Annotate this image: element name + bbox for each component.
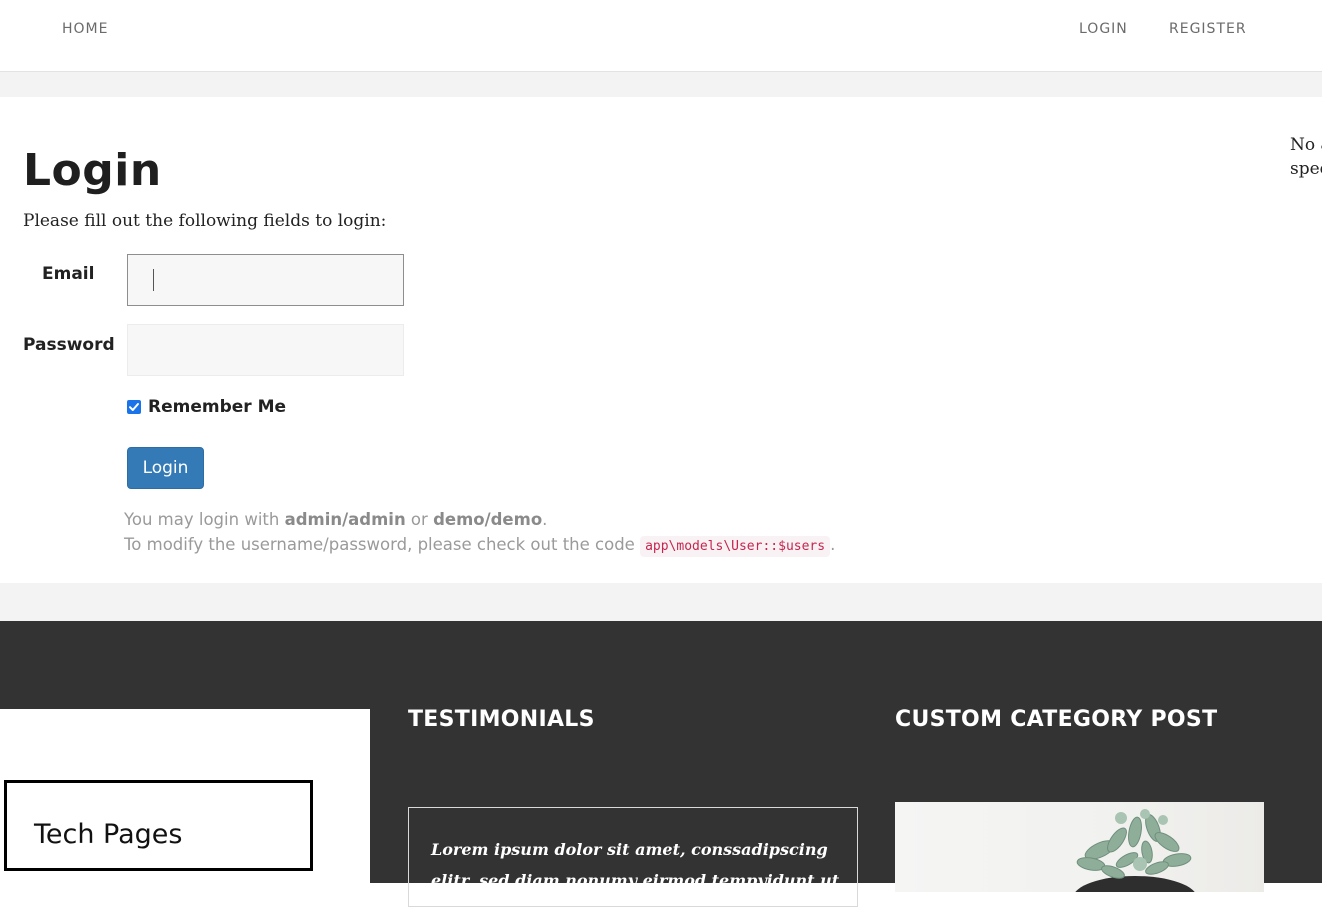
testimonial-card: Lorem ipsum dolor sit amet, conssadipsci… xyxy=(408,807,858,907)
testimonial-quote: Lorem ipsum dolor sit amet, conssadipsci… xyxy=(431,840,840,906)
content-bottom-band xyxy=(0,583,1322,621)
password-field[interactable] xyxy=(127,324,404,376)
hint-text: You may login with xyxy=(124,510,285,529)
tech-pages-title: Tech Pages xyxy=(34,819,183,850)
remember-me-checkbox[interactable] xyxy=(127,400,141,414)
hint-text: or xyxy=(405,510,434,529)
hint-text: To modify the username/password, please … xyxy=(124,535,641,554)
hint-text: . xyxy=(830,535,836,554)
sidebar-text: No a spec xyxy=(1290,133,1322,181)
hint-text: . xyxy=(542,510,548,529)
sidebar-line: No a xyxy=(1290,135,1322,155)
login-button[interactable]: Login xyxy=(127,447,204,489)
demo-credentials-hint: You may login with admin/admin or demo/d… xyxy=(124,510,547,529)
footer: Tech Pages TESTIMONIALS Lorem ipsum dolo… xyxy=(0,621,1322,907)
email-field[interactable] xyxy=(127,254,404,306)
custom-category-heading: CUSTOM CATEGORY POST xyxy=(895,707,1218,732)
category-post-image[interactable] xyxy=(895,802,1264,892)
credential-admin: admin/admin xyxy=(284,510,406,529)
header-spacer-band xyxy=(0,72,1322,97)
sidebar-line: spec xyxy=(1290,159,1322,179)
password-label: Password xyxy=(23,335,115,355)
tech-pages-box[interactable]: Tech Pages xyxy=(4,780,313,871)
login-instructions: Please fill out the following fields to … xyxy=(23,211,387,231)
footer-widget-tech-pages: Tech Pages xyxy=(0,709,370,883)
checkmark-icon xyxy=(129,403,139,411)
page-title: Login xyxy=(23,145,162,196)
text-caret xyxy=(153,269,154,291)
email-label: Email xyxy=(42,264,95,284)
nav-login-link[interactable]: LOGIN xyxy=(1079,21,1128,37)
credential-demo: demo/demo xyxy=(433,510,543,529)
top-navbar: HOME LOGIN REGISTER xyxy=(0,0,1322,72)
main-content: Login Please fill out the following fiel… xyxy=(0,97,1322,583)
succulent-plant-icon xyxy=(1075,809,1195,892)
modify-credentials-hint: To modify the username/password, please … xyxy=(124,535,836,557)
nav-register-link[interactable]: REGISTER xyxy=(1169,21,1247,37)
testimonials-heading: TESTIMONIALS xyxy=(408,707,595,732)
code-snippet: app\models\User::$users xyxy=(640,536,831,557)
nav-home-link[interactable]: HOME xyxy=(62,21,108,37)
remember-me-label[interactable]: Remember Me xyxy=(148,397,286,417)
